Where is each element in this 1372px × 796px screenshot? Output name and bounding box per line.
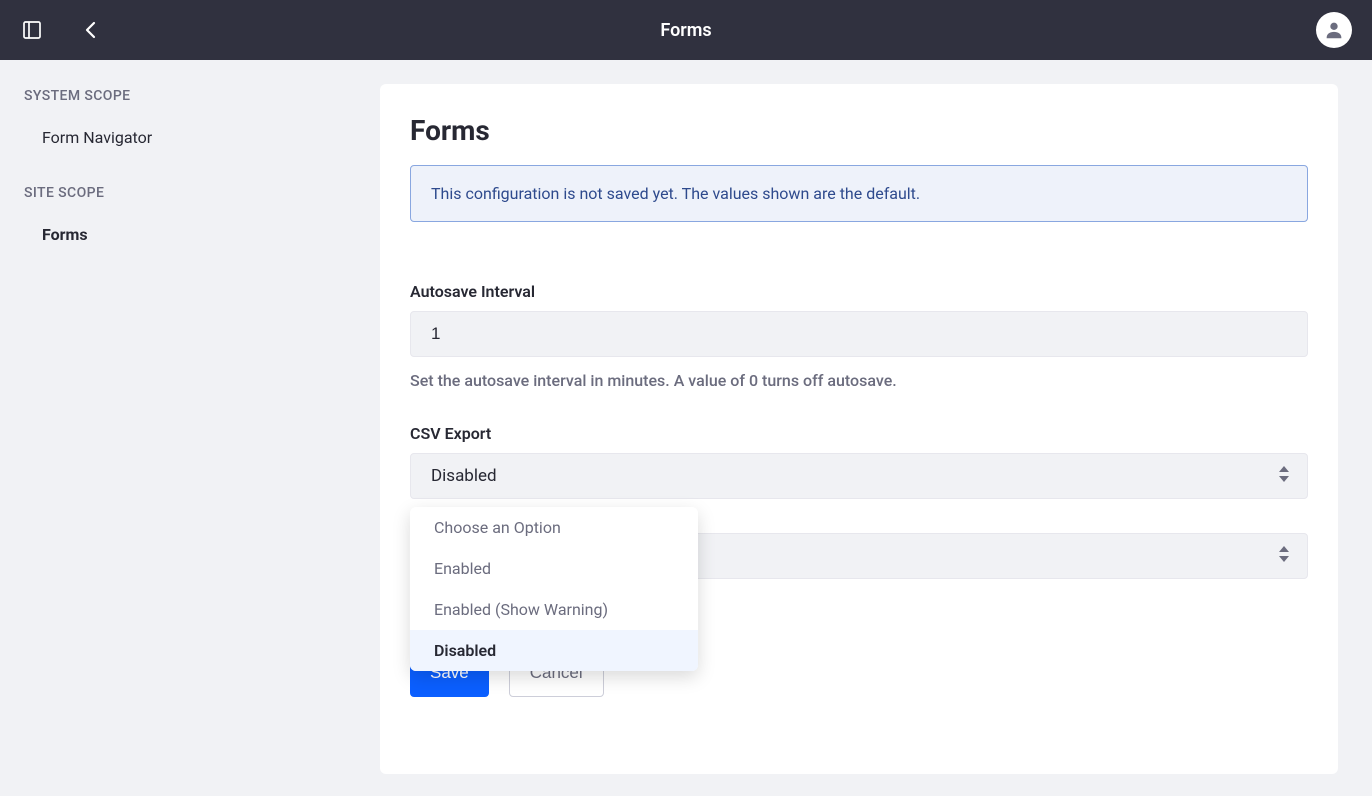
back-icon[interactable]: [76, 14, 108, 46]
csv-export-select-wrap: Disabled Choose an Option Enabled Enable…: [410, 453, 1308, 499]
avatar[interactable]: [1316, 12, 1352, 48]
site-scope-label: SITE SCOPE: [24, 185, 356, 201]
app-header: Forms: [0, 0, 1372, 60]
csv-export-select[interactable]: Disabled: [410, 453, 1308, 499]
dropdown-option-enabled-warning[interactable]: Enabled (Show Warning): [410, 589, 698, 630]
dropdown-option-enabled[interactable]: Enabled: [410, 548, 698, 589]
body: SYSTEM SCOPE Form Navigator SITE SCOPE F…: [0, 60, 1372, 796]
csv-export-label: CSV Export: [410, 424, 1308, 443]
autosave-field: Autosave Interval Set the autosave inter…: [410, 282, 1308, 390]
dropdown-option-choose[interactable]: Choose an Option: [410, 507, 698, 548]
csv-export-field: CSV Export Disabled Choose an Option Ena…: [410, 424, 1308, 499]
csv-export-dropdown: Choose an Option Enabled Enabled (Show W…: [410, 507, 698, 671]
settings-panel: Forms This configuration is not saved ye…: [380, 84, 1338, 774]
info-alert: This configuration is not saved yet. The…: [410, 165, 1308, 222]
autosave-input[interactable]: [410, 311, 1308, 357]
sidebar: SYSTEM SCOPE Form Navigator SITE SCOPE F…: [0, 60, 380, 796]
system-scope-group: SYSTEM SCOPE Form Navigator: [24, 88, 356, 157]
panel-title: Forms: [410, 114, 1308, 147]
system-scope-label: SYSTEM SCOPE: [24, 88, 356, 104]
page-title: Forms: [660, 20, 711, 41]
autosave-label: Autosave Interval: [410, 282, 1308, 301]
main-content: Forms This configuration is not saved ye…: [380, 60, 1372, 796]
site-scope-group: SITE SCOPE Forms: [24, 185, 356, 254]
csv-export-selected-value: Disabled: [431, 466, 497, 486]
dropdown-option-disabled[interactable]: Disabled: [410, 630, 698, 671]
sidebar-item-forms[interactable]: Forms: [24, 215, 356, 254]
header-left: [16, 14, 108, 46]
panel-toggle-icon[interactable]: [16, 14, 48, 46]
autosave-help: Set the autosave interval in minutes. A …: [410, 371, 1308, 390]
sidebar-item-form-navigator[interactable]: Form Navigator: [24, 118, 356, 157]
